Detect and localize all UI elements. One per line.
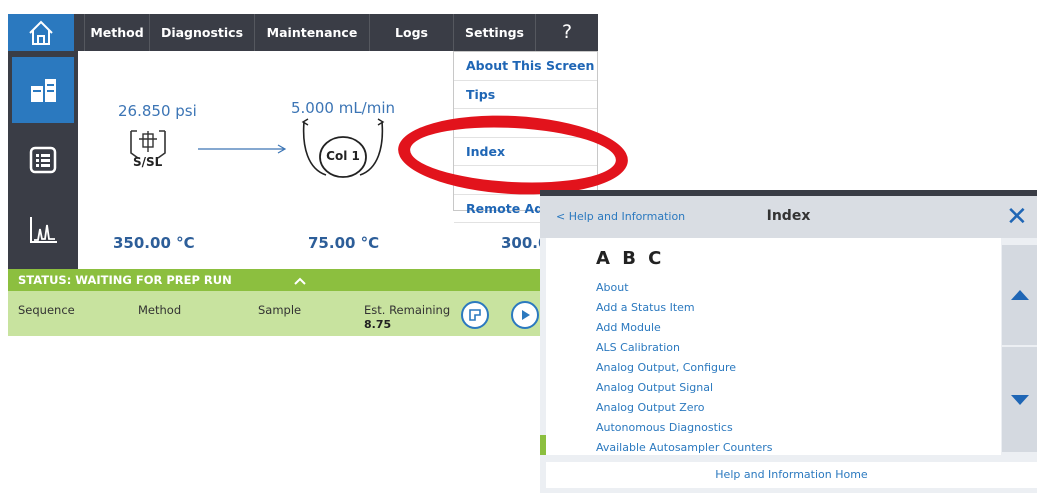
triangle-up-icon [1010, 290, 1029, 300]
top-menu-bar: Method Diagnostics Maintenance Logs Sett… [8, 14, 598, 51]
play-icon [522, 310, 530, 320]
left-navigation [8, 51, 78, 269]
dropdown-tips[interactable]: Tips [454, 81, 597, 109]
menu-maintenance[interactable]: Maintenance [254, 14, 369, 51]
index-content: A B C About Add a Status Item Add Module… [546, 238, 1001, 455]
column-flow-rate: 5.000 mL/min [291, 99, 396, 117]
index-entry[interactable]: Add a Status Item [596, 298, 773, 318]
instrument-icon [31, 79, 56, 102]
close-icon[interactable]: ✕ [1006, 202, 1028, 232]
method-label: Method [138, 303, 182, 317]
chromatogram-icon [30, 217, 57, 243]
home-icon [29, 20, 53, 45]
index-entry[interactable]: Analog Output Zero [596, 398, 773, 418]
help-menu-button[interactable]: ? [535, 14, 598, 51]
triangle-down-icon [1010, 394, 1029, 405]
nav-chromatogram-button[interactable] [12, 197, 74, 263]
home-button[interactable] [8, 14, 74, 51]
index-entry[interactable]: Autonomous Diagnostics [596, 418, 773, 438]
index-entry[interactable]: Analog Output, Configure [596, 358, 773, 378]
index-entry[interactable]: Available Autosampler Counters [596, 438, 773, 458]
status-bar[interactable]: STATUS: WAITING FOR PREP RUN [8, 269, 598, 291]
nav-instrument-button[interactable] [12, 57, 74, 123]
sample-label: Sample [258, 303, 302, 317]
remaining-label: Est. Remaining [364, 303, 451, 317]
inlet-label: S/SL [133, 155, 163, 169]
run-info-bar: Sequence Method Sample Est. Remaining 8.… [8, 291, 598, 336]
inlet-pressure: 26.850 psi [118, 102, 197, 120]
start-run-button[interactable] [511, 301, 539, 329]
help-title: Index [766, 208, 811, 224]
menu-diagnostics[interactable]: Diagnostics [149, 14, 254, 51]
index-list: About Add a Status Item Add Module ALS C… [596, 278, 773, 458]
status-text: STATUS: WAITING FOR PREP RUN [18, 273, 232, 287]
menu-logs[interactable]: Logs [369, 14, 453, 51]
instrument-screen: Method Diagnostics Maintenance Logs Sett… [8, 14, 630, 336]
prep-run-button[interactable] [461, 301, 489, 329]
index-entry[interactable]: ALS Calibration [596, 338, 773, 358]
nav-list-button[interactable] [12, 127, 74, 193]
scroll-down-button[interactable] [1002, 347, 1037, 452]
index-letters: A B C [596, 248, 665, 269]
list-icon [29, 146, 57, 174]
help-header: < Help and Information Index ✕ [540, 196, 1037, 238]
dropdown-about-this-screen[interactable]: About This Screen [454, 52, 597, 81]
sequence-label: Sequence [18, 303, 75, 317]
index-entry[interactable]: About [596, 278, 773, 298]
menu-settings[interactable]: Settings [453, 14, 535, 51]
remaining-value: 8.75 [364, 318, 392, 331]
oven-temperature: 75.00 °C [308, 234, 380, 252]
inlet-temperature: 350.00 °C [113, 234, 195, 252]
chevron-up-icon[interactable] [293, 276, 307, 286]
help-panel: < Help and Information Index ✕ A B C Abo… [540, 190, 1037, 493]
index-entry[interactable]: Add Module [596, 318, 773, 338]
flow-arrow [198, 144, 287, 154]
column-label: Col 1 [326, 149, 360, 163]
scroll-up-button[interactable] [1002, 245, 1037, 345]
menu-method[interactable]: Method [84, 14, 149, 51]
prep-run-icon [469, 309, 481, 321]
index-entry[interactable]: Analog Output Signal [596, 378, 773, 398]
help-home-button[interactable]: Help and Information Home [546, 462, 1037, 488]
